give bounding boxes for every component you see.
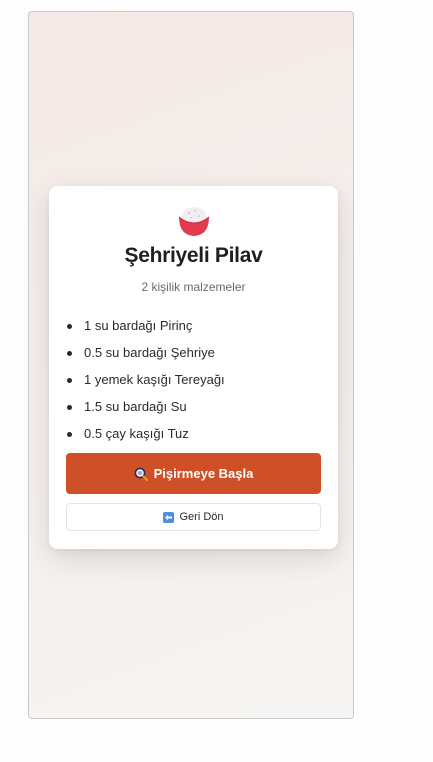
start-cooking-label: Pişirmeye Başla	[153, 466, 254, 481]
left-arrow-icon	[163, 511, 175, 523]
ingredient-item: 0.5 su bardağı Şehriye	[67, 339, 225, 366]
ingredient-item: 0.5 çay kaşığı Tuz	[67, 420, 225, 447]
recipe-title: Şehriyeli Pilav	[124, 244, 263, 267]
recipe-card: Şehriyeli Pilav 2 kişilik malzemeler 1 s…	[49, 186, 338, 549]
ingredient-item: 1 su bardağı Pirinç	[67, 312, 225, 339]
phone-frame: Şehriyeli Pilav 2 kişilik malzemeler 1 s…	[28, 11, 354, 719]
back-button[interactable]: Geri Dön	[66, 503, 321, 531]
servings-subtitle: 2 kişilik malzemeler	[141, 280, 246, 294]
magnifier-icon	[134, 467, 148, 481]
ingredient-item: 1.5 su bardağı Su	[67, 393, 225, 420]
start-cooking-button[interactable]: Pişirmeye Başla	[66, 453, 321, 494]
ingredient-list: 1 su bardağı Pirinç 0.5 su bardağı Şehri…	[67, 312, 225, 447]
back-label: Geri Dön	[179, 511, 224, 523]
ingredient-item: 1 yemek kaşığı Tereyağı	[67, 366, 225, 393]
rice-bowl-icon	[178, 207, 210, 236]
